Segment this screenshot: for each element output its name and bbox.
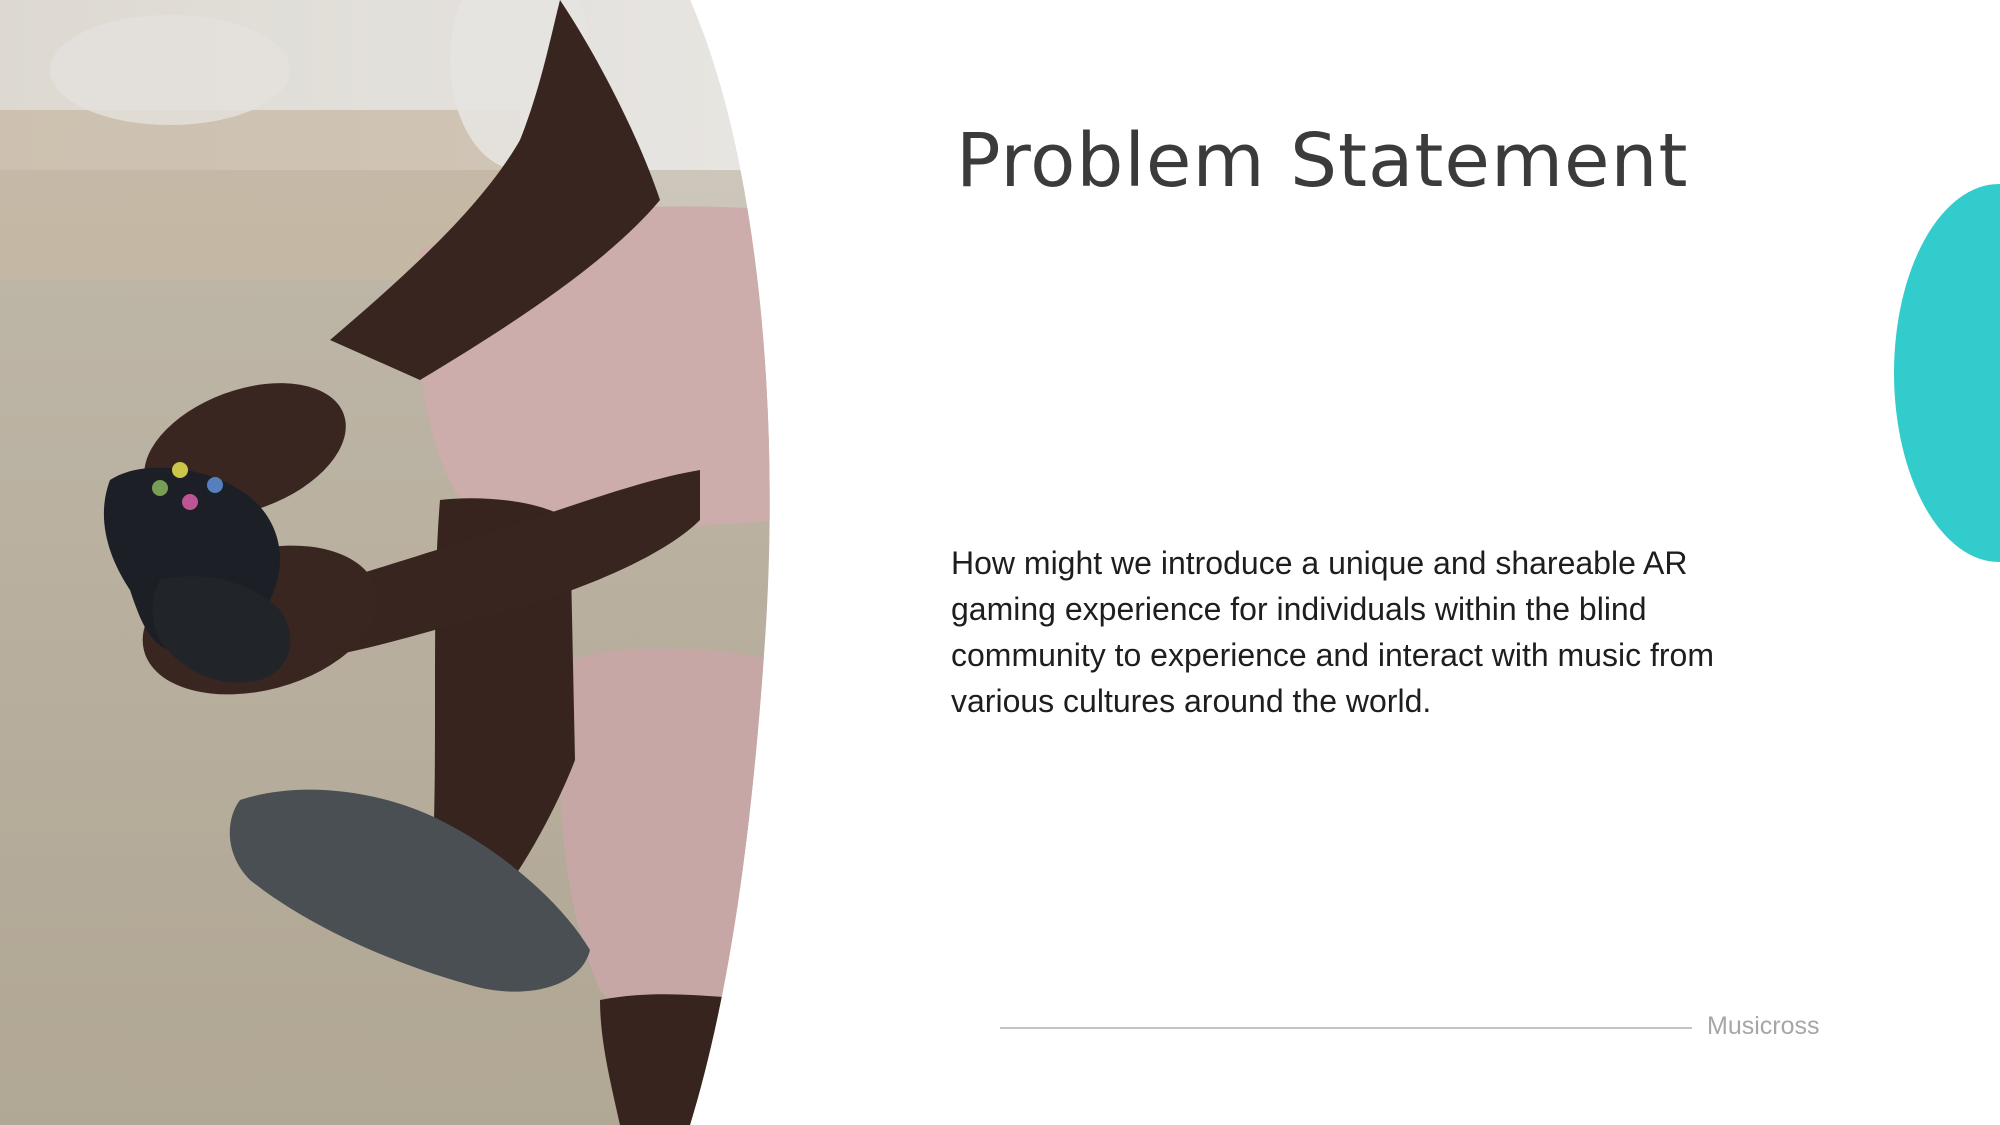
- footer-divider: [1000, 1027, 1692, 1029]
- slide-title: Problem Statement: [956, 118, 1689, 204]
- gamer-photo: [0, 0, 780, 1125]
- teal-accent-shape: [1894, 184, 2000, 562]
- slide: Problem Statement How might we introduce…: [0, 0, 2000, 1125]
- problem-statement-text: How might we introduce a unique and shar…: [951, 545, 1714, 719]
- footer-brand-label: Musicross: [1707, 1012, 1820, 1040]
